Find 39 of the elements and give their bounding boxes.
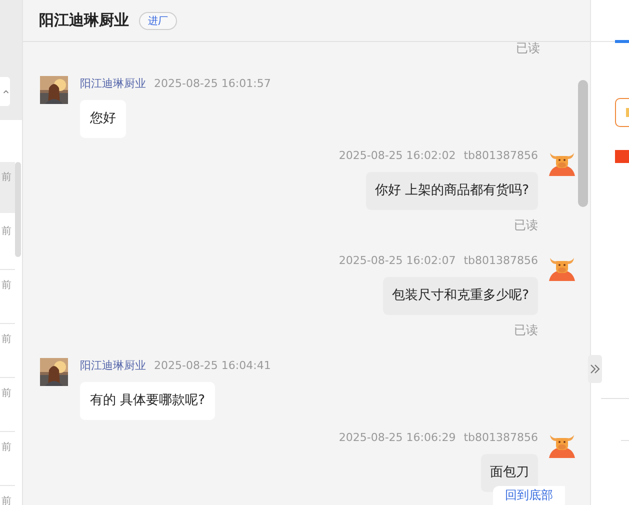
read-status: 已读: [516, 40, 540, 57]
conversation-item[interactable]: 前: [0, 324, 16, 378]
read-status: 已读: [514, 322, 538, 339]
caret-icon: [3, 89, 9, 94]
sender-name: tb801387856: [464, 253, 538, 269]
conversation-item[interactable]: 前: [0, 162, 16, 213]
timestamp: 2025-08-25 16:04:41: [154, 358, 271, 374]
time-label: 前: [1, 388, 12, 401]
timestamp: 2025-08-25 16:01:57: [154, 76, 271, 92]
timestamp: 2025-08-25 16:02:07: [338, 253, 456, 269]
chat-title: 阳江迪琳厨业: [39, 11, 129, 30]
time-label: 前: [1, 172, 12, 185]
timestamp: 2025-08-25 16:06:29: [338, 430, 456, 446]
sender-name: 阳江迪琳厨业: [80, 358, 146, 374]
sender-name: tb801387856: [464, 430, 538, 446]
time-label: 前: [1, 442, 12, 455]
conversation-item[interactable]: 前: [0, 432, 16, 486]
time-label: 前: [1, 334, 12, 347]
message-bubble: 有的 具体要哪款呢?: [80, 382, 216, 420]
search-field[interactable]: [0, 77, 10, 106]
timestamp: 2025-08-25 16:02:02: [338, 148, 456, 164]
tag: 进厂: [139, 12, 177, 30]
scrollbar[interactable]: [15, 162, 22, 257]
tab-indicator: [615, 40, 629, 43]
expand-icon[interactable]: [588, 355, 602, 383]
read-status: 已读: [514, 217, 538, 234]
message-bubble: 您好: [80, 100, 126, 138]
time-label: 前: [1, 226, 12, 239]
scrollbar[interactable]: [578, 80, 588, 207]
message-bubble: 你好 上架的商品都有货吗?: [366, 172, 538, 210]
message-bubble: 包装尺寸和克重多少呢?: [383, 277, 538, 315]
conversation-item[interactable]: 前: [0, 486, 16, 505]
sender-name: 阳江迪琳厨业: [80, 76, 146, 92]
time-label: 前: [1, 280, 12, 293]
sender-name: tb801387856: [464, 148, 538, 164]
badge-icon: [615, 150, 629, 163]
time-label: 前: [1, 496, 12, 505]
conversation-item[interactable]: 前: [0, 378, 16, 432]
conversation-item[interactable]: 前: [0, 270, 16, 324]
